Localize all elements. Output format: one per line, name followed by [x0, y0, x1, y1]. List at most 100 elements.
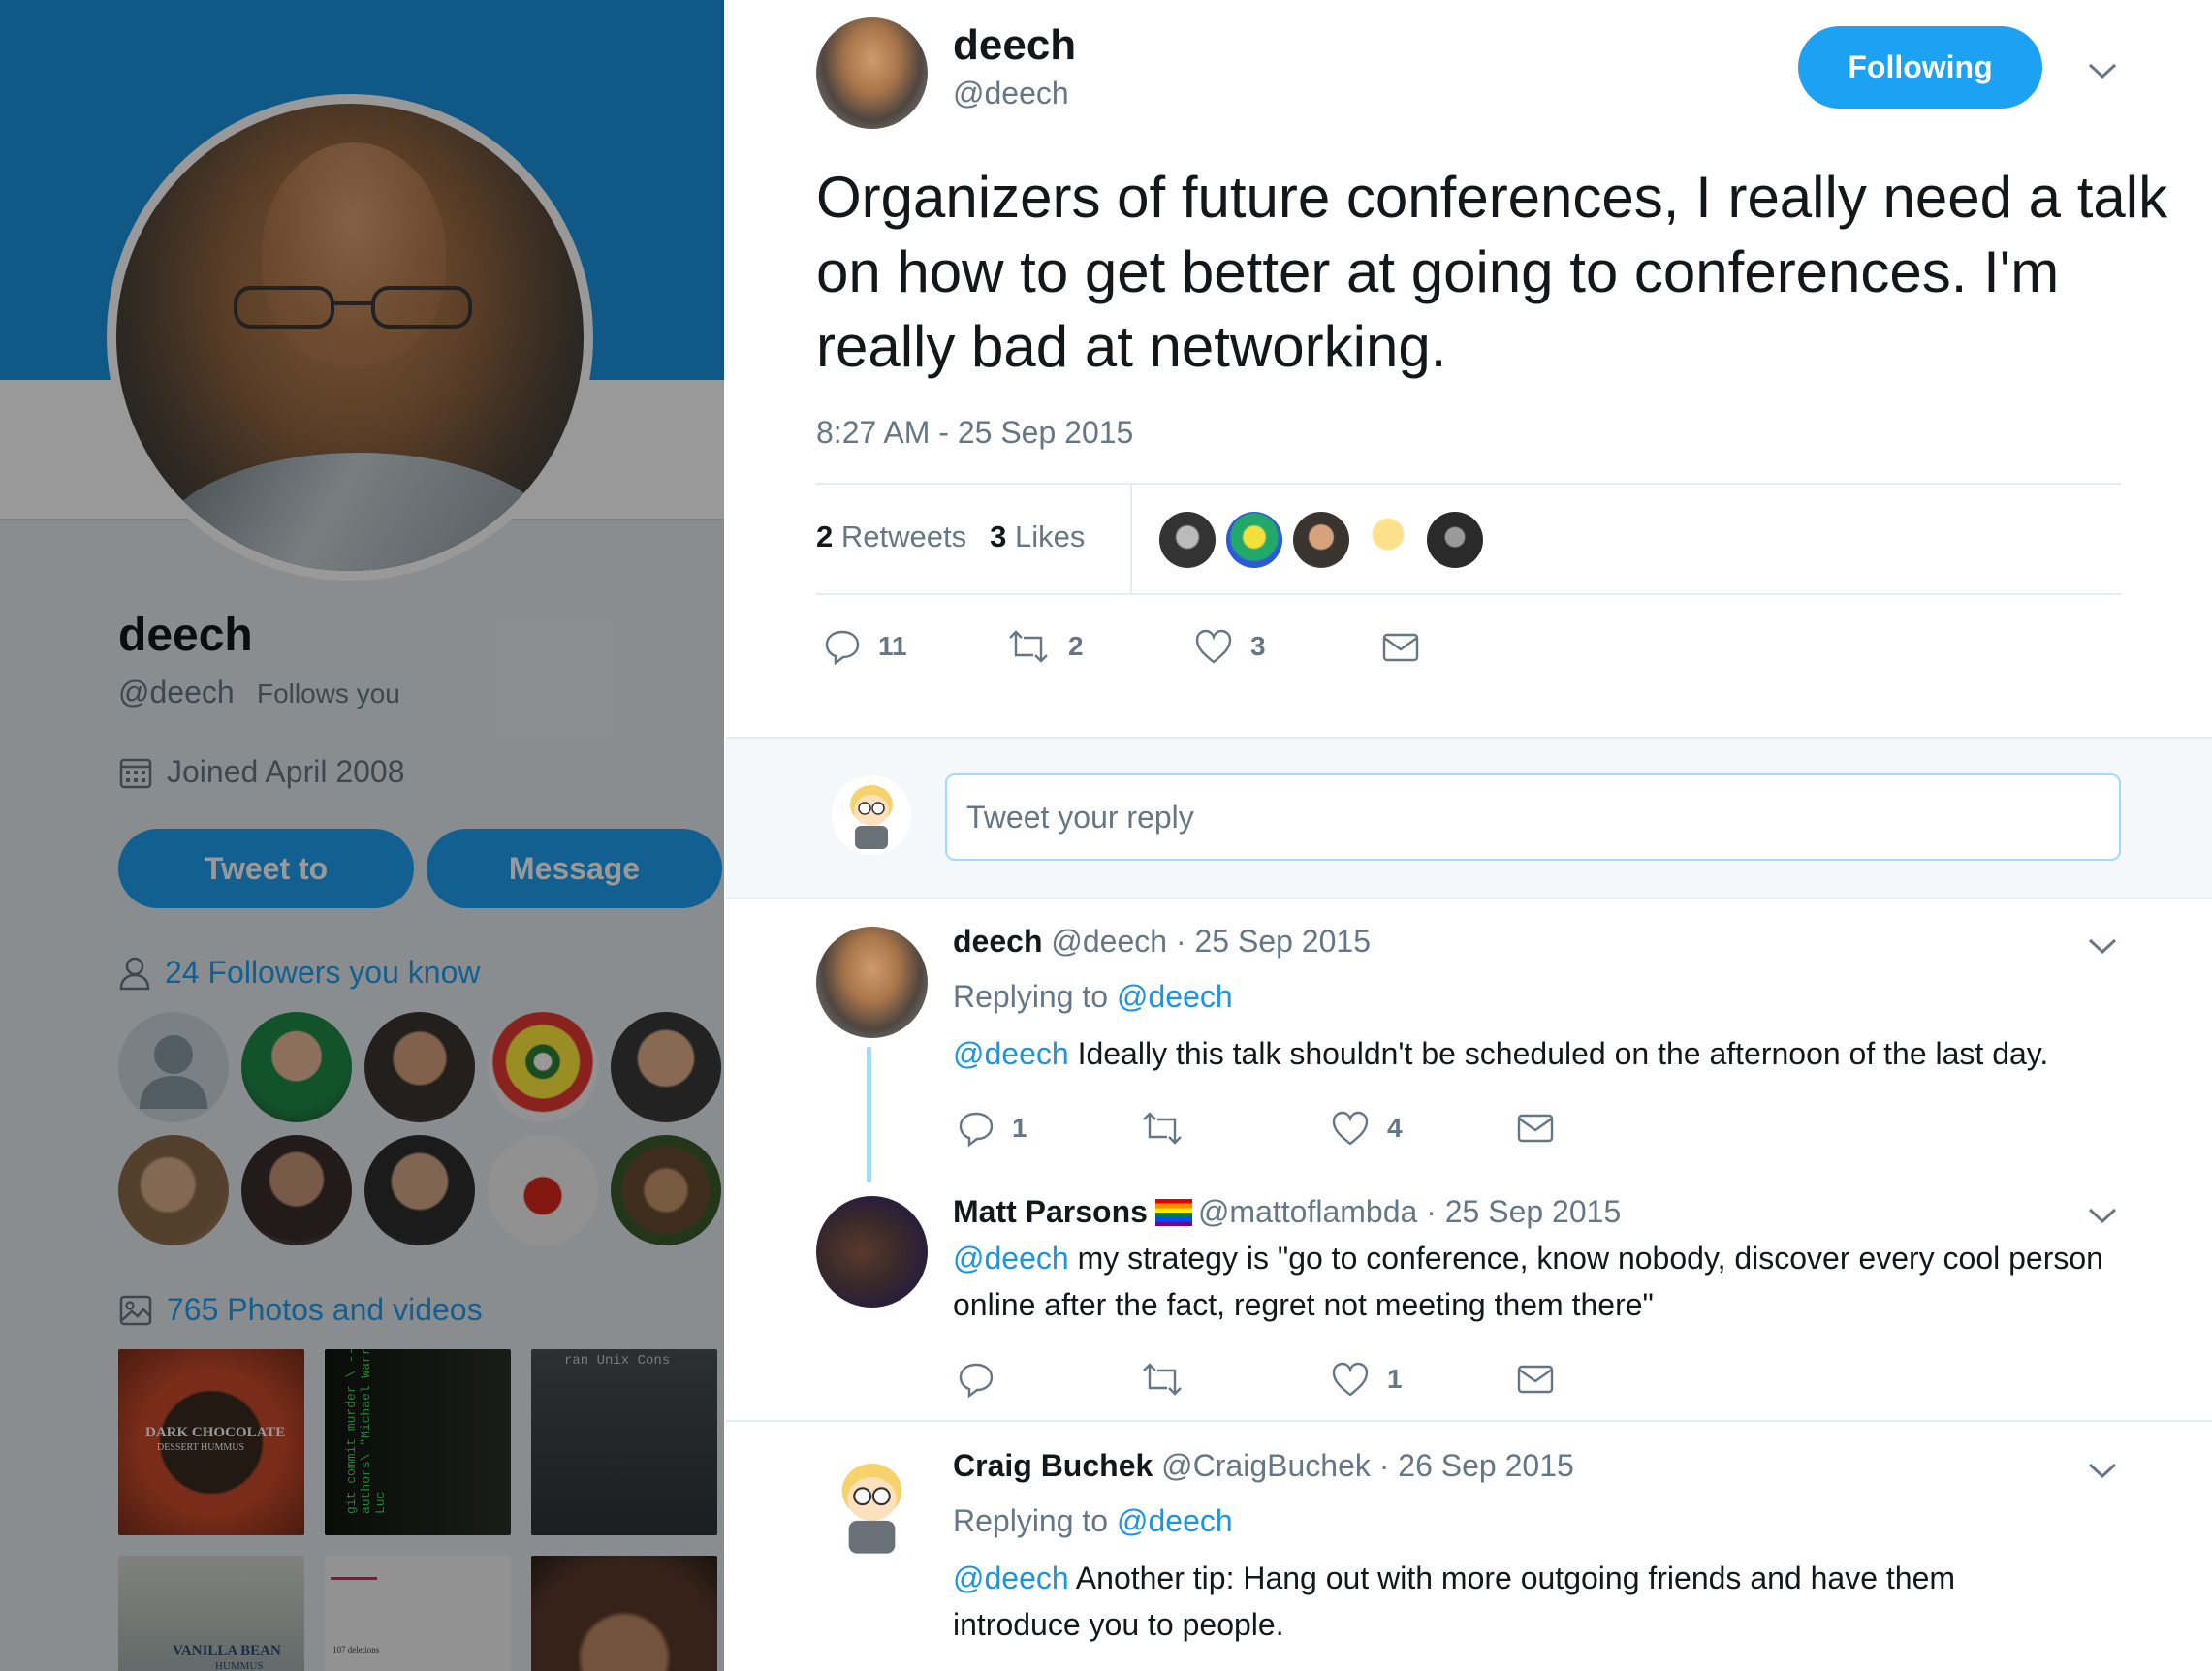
chevron-down-icon[interactable]	[2086, 1205, 2119, 1226]
reply-header: deech @deech · 25 Sep 2015	[953, 924, 1371, 960]
profile-avatar[interactable]	[107, 94, 593, 581]
media-thumbnail[interactable]: DARK CHOCOLATE DESSERT HUMMUS	[118, 1349, 304, 1535]
retweet-action[interactable]	[1140, 1361, 1202, 1398]
retweet-action[interactable]: 2	[1006, 628, 1084, 665]
liker-avatar[interactable]	[1226, 512, 1282, 568]
follower-avatar[interactable]	[488, 1012, 598, 1122]
envelope-icon	[1382, 633, 1419, 662]
follower-avatar[interactable]	[611, 1012, 721, 1122]
retweet-count: 2	[1068, 631, 1084, 661]
like-count: 3	[1250, 631, 1266, 661]
reply-action[interactable]: 11	[824, 628, 907, 665]
reply-icon	[959, 1363, 994, 1398]
direct-message-action[interactable]	[1381, 632, 1420, 663]
retweet-action[interactable]	[1140, 1110, 1202, 1147]
liker-avatar[interactable]	[1293, 512, 1349, 568]
reply-author-handle[interactable]: @mattoflambda	[1198, 1194, 1417, 1229]
like-action[interactable]: 3	[1194, 628, 1266, 665]
follows-you-badge: Follows you	[257, 678, 400, 709]
reply-date[interactable]: · 25 Sep 2015	[1426, 1194, 1621, 1229]
liker-avatar[interactable]	[1427, 512, 1483, 568]
following-button[interactable]: Following	[1798, 26, 2042, 109]
follower-avatar[interactable]	[118, 1135, 229, 1245]
reply-date[interactable]: · 26 Sep 2015	[1379, 1448, 1574, 1483]
media-thumbnail[interactable]: ran Unix Cons	[531, 1349, 717, 1535]
author-avatar[interactable]	[816, 17, 928, 129]
media-thumbnail[interactable]	[531, 1556, 717, 1671]
reply-text: @deech Another tip: Hang out with more o…	[953, 1555, 2068, 1648]
reply-header: Craig Buchek @CraigBuchek · 26 Sep 2015	[953, 1448, 1574, 1484]
calendar-icon	[119, 758, 152, 788]
tweet-author-name[interactable]: deech	[953, 21, 1076, 70]
glasses-detail	[234, 286, 472, 329]
liker-avatar[interactable]	[1159, 512, 1216, 568]
likes-stat[interactable]: 3 Likes	[990, 520, 1085, 554]
tweet-stats: 2 Retweets 3 Likes	[816, 520, 1085, 554]
reply-author-avatar[interactable]	[816, 1450, 928, 1561]
media-thumbnail[interactable]: VANILLA BEAN HUMMUS	[118, 1556, 304, 1671]
like-action[interactable]: 4	[1331, 1110, 1403, 1147]
reply-date[interactable]: · 25 Sep 2015	[1176, 924, 1371, 959]
reply-text-body: Another tip: Hang out with more outgoing…	[953, 1561, 1956, 1642]
follower-avatar[interactable]	[118, 1012, 229, 1122]
reply-author-name[interactable]: Craig Buchek	[953, 1448, 1153, 1483]
reply-icon	[825, 630, 860, 665]
reply-author-name[interactable]: deech	[953, 924, 1042, 959]
mention-link[interactable]: @deech	[953, 1036, 1069, 1071]
follower-avatar[interactable]	[241, 1135, 352, 1245]
rainbow-flag-icon	[1154, 1199, 1192, 1226]
reply-author-avatar[interactable]	[816, 1196, 928, 1308]
reply-author-handle[interactable]: @deech	[1051, 924, 1167, 959]
mention-link[interactable]: @deech	[953, 1241, 1069, 1276]
replying-to: Replying to @deech	[953, 1503, 1233, 1539]
reply-text-body: my strategy is "go to conference, know n…	[953, 1241, 2103, 1322]
image-icon	[119, 1295, 152, 1325]
reply-action[interactable]: 1	[958, 1110, 1027, 1147]
reply-action[interactable]	[958, 1361, 1012, 1398]
chevron-down-icon[interactable]	[2086, 1460, 2119, 1481]
like-count: 4	[1387, 1113, 1403, 1143]
reply-icon	[959, 1112, 994, 1147]
heart-icon	[1195, 629, 1232, 664]
follower-avatar[interactable]	[488, 1135, 598, 1245]
follower-avatar[interactable]	[364, 1012, 475, 1122]
reply-author-avatar[interactable]	[816, 927, 928, 1038]
chevron-down-icon[interactable]	[2086, 60, 2119, 81]
divider	[1130, 485, 1132, 593]
message-button[interactable]: Message	[427, 829, 722, 908]
tweet-author-handle[interactable]: @deech	[953, 76, 1069, 111]
thumbnail-subcaption: HUMMUS	[215, 1660, 264, 1671]
replying-to: Replying to @deech	[953, 979, 1233, 1015]
reply-text-body: Ideally this talk shouldn't be scheduled…	[1068, 1036, 2049, 1071]
thumbnail-subcaption: DESSERT HUMMUS	[157, 1442, 245, 1453]
tweet-to-button[interactable]: Tweet to	[118, 829, 414, 908]
liker-avatar[interactable]	[1360, 512, 1416, 568]
like-action[interactable]: 1	[1331, 1361, 1403, 1398]
joined-date: Joined April 2008	[118, 754, 405, 790]
thread-connector	[867, 1047, 871, 1182]
replying-to-link[interactable]: @deech	[1117, 1503, 1233, 1538]
retweets-stat[interactable]: 2 Retweets	[816, 520, 966, 554]
follower-avatar[interactable]	[364, 1135, 475, 1245]
media-thumbnail[interactable]: git commit murder \ --authors\ "Michael …	[325, 1349, 511, 1535]
thumbnail-caption: DARK CHOCOLATE	[145, 1425, 286, 1440]
replying-to-label: Replying to	[953, 1503, 1109, 1538]
tweet-timestamp[interactable]: 8:27 AM - 25 Sep 2015	[816, 415, 1133, 451]
reply-input[interactable]	[945, 773, 2121, 861]
replying-to-link[interactable]: @deech	[1117, 979, 1233, 1014]
thumbnail-caption: 107 deletions	[332, 1645, 380, 1655]
profile-handle[interactable]: @deech	[118, 675, 235, 710]
reply-author-name[interactable]: Matt Parsons	[953, 1194, 1148, 1229]
direct-message-action[interactable]	[1516, 1364, 1555, 1395]
thumbnail-caption: ran Unix Cons	[564, 1353, 671, 1369]
followers-you-know-link[interactable]: 24 Followers you know	[118, 955, 480, 991]
mention-link[interactable]: @deech	[953, 1561, 1069, 1595]
reply-author-handle[interactable]: @CraigBuchek	[1161, 1448, 1371, 1483]
follower-avatar[interactable]	[611, 1135, 721, 1245]
chevron-down-icon[interactable]	[2086, 935, 2119, 957]
media-thumbnail[interactable]: 107 deletions	[325, 1556, 511, 1671]
thumbnail-caption: git commit murder \ --authors\ "Michael …	[344, 1349, 388, 1514]
follower-avatar[interactable]	[241, 1012, 352, 1122]
direct-message-action[interactable]	[1516, 1113, 1555, 1144]
photos-and-videos-link[interactable]: 765 Photos and videos	[118, 1292, 483, 1328]
